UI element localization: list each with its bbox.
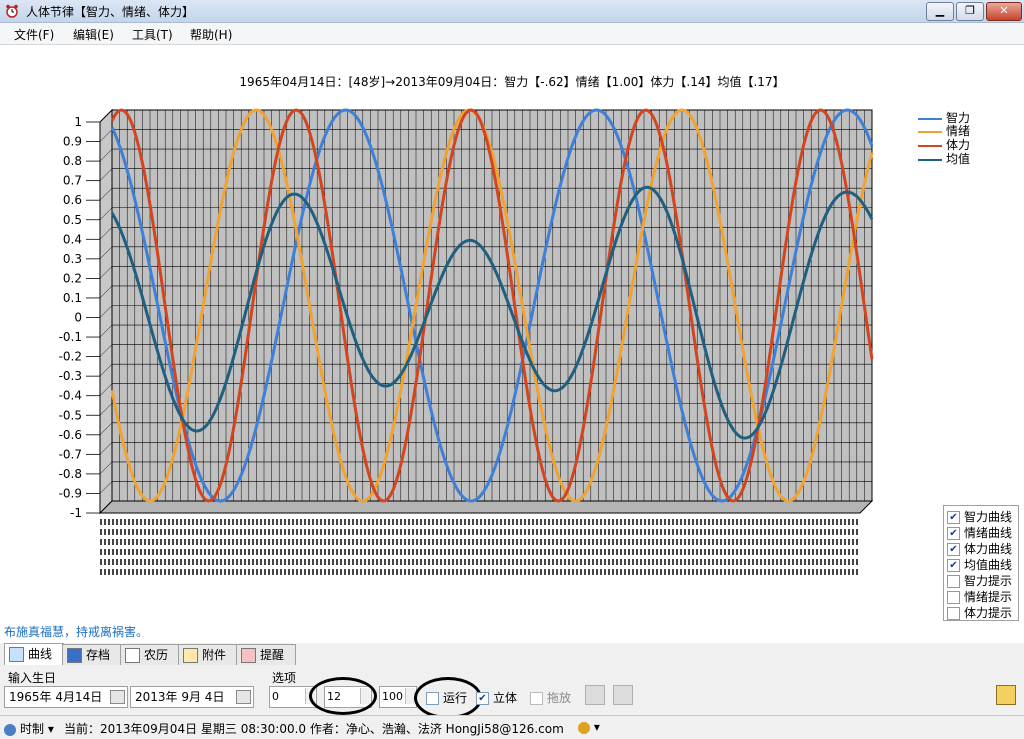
option-emotion-curve[interactable]: ✔ 情绪曲线 bbox=[947, 524, 1012, 541]
tab-reminder[interactable]: 提醒 bbox=[236, 644, 296, 665]
y-tick-label: -1 bbox=[70, 506, 82, 520]
target-date-picker[interactable]: 2013年 9月 4日 bbox=[130, 686, 254, 708]
y-tick-label: 0.6 bbox=[63, 193, 82, 207]
option-emotion-tip[interactable]: 情绪提示 bbox=[947, 588, 1012, 605]
stereo-checkbox[interactable]: ✔ 立体 bbox=[476, 689, 517, 706]
settings-panel: 输入生日 1965年 4月14日 2013年 9月 4日 选项 0 12 100… bbox=[0, 665, 1024, 719]
status-menu-icon[interactable]: ▾ bbox=[578, 720, 600, 734]
chart-floor bbox=[98, 500, 874, 514]
time-mode-dropdown[interactable]: 时制 ▾ bbox=[4, 720, 54, 737]
annotation-circle bbox=[414, 677, 482, 719]
checkbox[interactable]: ✔ bbox=[476, 692, 489, 705]
y-tick-label: 1 bbox=[74, 115, 82, 129]
smiley-icon[interactable] bbox=[996, 685, 1016, 705]
x-tick-label-band bbox=[100, 529, 860, 535]
chart-icon bbox=[9, 647, 24, 662]
options-label: 选项 bbox=[272, 671, 297, 685]
x-tick-label-band bbox=[100, 519, 860, 525]
y-tick-label: 0.7 bbox=[63, 174, 82, 188]
chart-title: 1965年04月14日：[48岁]→2013年09月04日：智力【-.62】情绪… bbox=[239, 75, 785, 89]
y-tick-label: -0.2 bbox=[59, 350, 82, 364]
curve-options-box: ✔ 智力曲线 ✔ 情绪曲线 ✔ 体力曲线 ✔ 均值曲线 智力提示 情绪提示 体力提示 bbox=[943, 505, 1019, 621]
status-text: 当前：2013年09月04日 星期三 08:30:00.0 作者：净心、浩瀚、法… bbox=[64, 722, 564, 736]
y-tick-label: 0.5 bbox=[63, 213, 82, 227]
legend-swatch bbox=[918, 144, 942, 147]
checkbox[interactable]: ✔ bbox=[947, 559, 960, 572]
y-tick-label: -0.1 bbox=[59, 330, 82, 344]
minimize-button[interactable]: ▁ bbox=[926, 2, 954, 21]
tab-curve[interactable]: 曲线 bbox=[4, 643, 64, 666]
y-tick-label: -0.8 bbox=[59, 467, 82, 481]
y-tick-label: 0.9 bbox=[63, 135, 82, 149]
checkbox[interactable]: ✔ bbox=[947, 511, 960, 524]
y-tick-label: -0.7 bbox=[59, 447, 82, 461]
menu-help[interactable]: 帮助(H) bbox=[190, 26, 232, 43]
y-tick-label: -0.4 bbox=[59, 389, 82, 403]
attachment-icon bbox=[183, 648, 198, 663]
option-physical-tip[interactable]: 体力提示 bbox=[947, 604, 1012, 621]
motto-text: 布施真福慧，持戒离祸害。 bbox=[4, 625, 149, 639]
clock-icon bbox=[4, 723, 16, 736]
option-average-curve[interactable]: ✔ 均值曲线 bbox=[947, 556, 1012, 573]
biorhythm-chart: 1 0.9 0.8 0.7 0.6 0.5 0.4 0.3 0.2 0.1 0 -0.1 -0.2 -0.… bbox=[59, 108, 874, 575]
y-tick-label: -0.6 bbox=[59, 428, 82, 442]
status-bar: 时制 ▾ 当前：2013年09月04日 星期三 08:30:00.0 作者：净心… bbox=[0, 715, 1024, 739]
option-intellect-curve[interactable]: ✔ 智力曲线 bbox=[947, 508, 1012, 525]
checkbox[interactable] bbox=[947, 591, 960, 604]
annotation-circle bbox=[309, 677, 377, 715]
checkbox[interactable] bbox=[947, 575, 960, 588]
menu-edit[interactable]: 编辑(E) bbox=[73, 26, 114, 43]
window-title: 人体节律【智力、情绪、体力】 bbox=[26, 5, 195, 19]
menu-bar: 文件(F) 编辑(E) 工具(T) 帮助(H) bbox=[0, 23, 1024, 45]
option-intellect-tip[interactable]: 智力提示 bbox=[947, 572, 1012, 589]
checkbox[interactable] bbox=[530, 692, 543, 705]
calendar-dropdown-icon[interactable] bbox=[110, 690, 125, 704]
word-doc-icon bbox=[67, 648, 82, 663]
x-tick-label-band bbox=[100, 549, 860, 555]
legend-average: 均值 bbox=[918, 150, 970, 167]
title-bar: 人体节律【智力、情绪、体力】 ▁ ❐ ✕ bbox=[0, 0, 1024, 23]
checkbox[interactable]: ✔ bbox=[947, 527, 960, 540]
legend-swatch bbox=[918, 158, 942, 161]
days-spinner[interactable]: 100 bbox=[379, 686, 417, 708]
x-tick-label-band bbox=[100, 559, 860, 565]
birth-date-picker[interactable]: 1965年 4月14日 bbox=[4, 686, 128, 708]
y-tick-label: 0.4 bbox=[63, 232, 82, 246]
option-physical-curve[interactable]: ✔ 体力曲线 bbox=[947, 540, 1012, 557]
calendar-dropdown-icon[interactable] bbox=[236, 690, 251, 704]
chart-area: 1 0.9 0.8 0.7 0.6 0.5 0.4 0.3 0.2 0.1 0 -0.1 -0.2 -0.… bbox=[0, 45, 1024, 644]
tab-bar: 曲线 存档 农历 附件 提醒 bbox=[0, 643, 1024, 666]
y-tick-label: -0.5 bbox=[59, 408, 82, 422]
y-tick-label: 0.1 bbox=[63, 291, 82, 305]
legend-swatch bbox=[918, 117, 942, 120]
alarm-clock-icon bbox=[241, 648, 256, 663]
alarm-clock-icon bbox=[6, 4, 18, 18]
maximize-button[interactable]: ❐ bbox=[956, 2, 984, 21]
close-button[interactable]: ✕ bbox=[986, 2, 1022, 21]
checkbox[interactable] bbox=[947, 607, 960, 620]
print-icon[interactable] bbox=[585, 685, 605, 705]
y-tick-label: 0.3 bbox=[63, 252, 82, 266]
export-icon[interactable] bbox=[613, 685, 633, 705]
tab-archive[interactable]: 存档 bbox=[62, 644, 122, 665]
menu-tools[interactable]: 工具(T) bbox=[132, 26, 173, 43]
y-tick-label: -0.9 bbox=[59, 486, 82, 500]
x-tick-label-band bbox=[100, 539, 860, 545]
y-tick-label: 0.8 bbox=[63, 154, 82, 168]
y-tick-label: 0.2 bbox=[63, 271, 82, 285]
tab-attachment[interactable]: 附件 bbox=[178, 644, 238, 665]
x-tick-label-band bbox=[100, 569, 860, 575]
y-tick-label: 0 bbox=[74, 311, 82, 325]
menu-file[interactable]: 文件(F) bbox=[14, 26, 54, 43]
calendar-icon bbox=[125, 648, 140, 663]
y-tick-label: -0.3 bbox=[59, 369, 82, 383]
checkbox[interactable]: ✔ bbox=[947, 543, 960, 556]
tab-lunar[interactable]: 农历 bbox=[120, 644, 180, 665]
drag-checkbox[interactable]: 拖放 bbox=[530, 689, 571, 706]
birth-label: 输入生日 bbox=[8, 671, 57, 685]
legend-swatch bbox=[918, 130, 942, 133]
